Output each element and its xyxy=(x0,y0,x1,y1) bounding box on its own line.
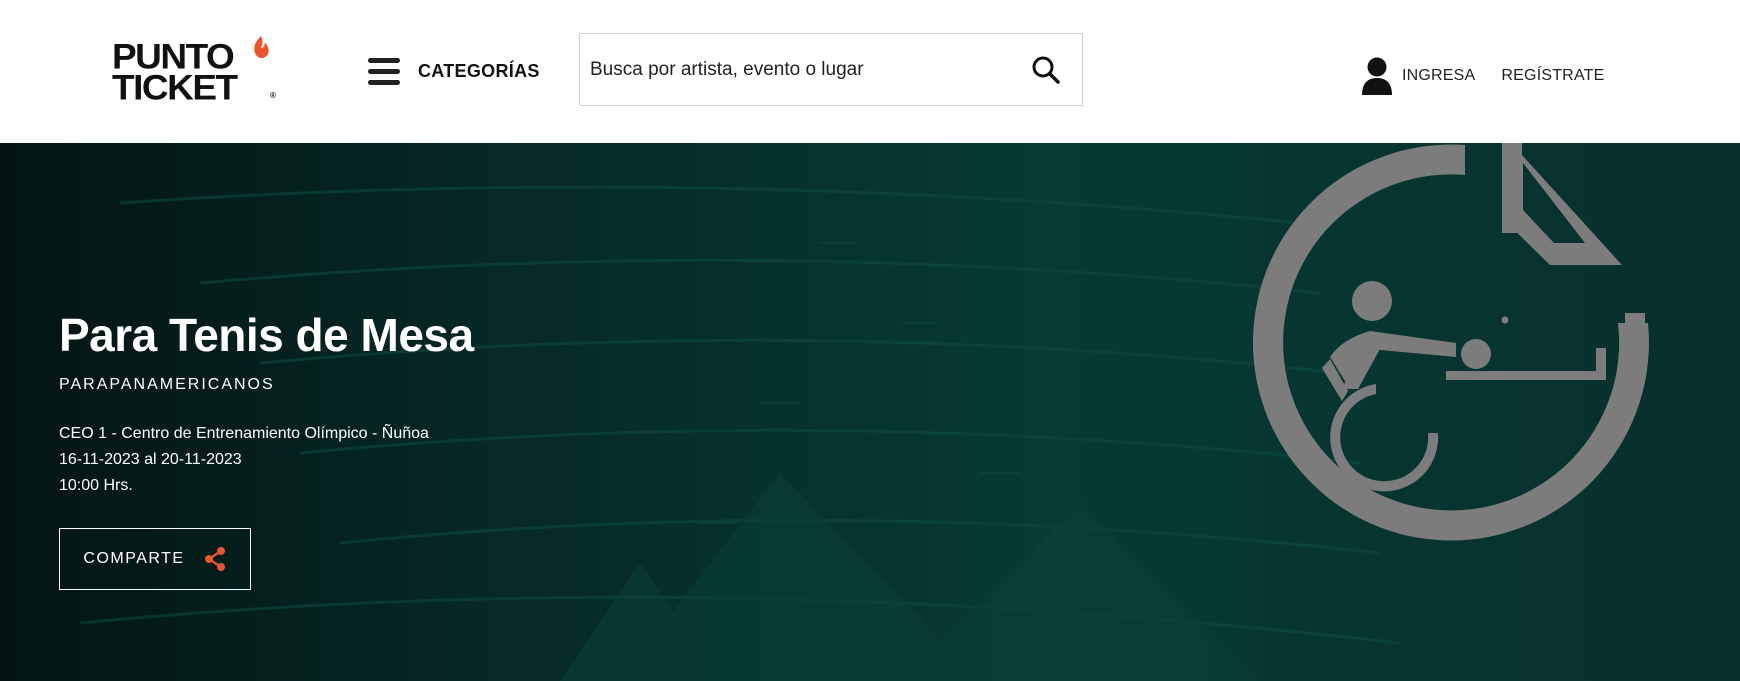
punto-ticket-logo[interactable]: PUNTO TICKET ® xyxy=(112,36,276,107)
event-time: 10:00 Hrs. xyxy=(59,477,133,494)
search-box xyxy=(579,33,1083,106)
register-link[interactable]: REGÍSTRATE xyxy=(1501,67,1604,85)
user-area: INGRESA REGÍSTRATE xyxy=(1360,56,1604,96)
site-header: PUNTO TICKET ® CATEGORÍAS INGRESA REGÍST… xyxy=(0,0,1740,143)
event-venue: CEO 1 - Centro de Entrenamiento Olímpico… xyxy=(59,425,429,442)
event-hero-banner: Para Tenis de Mesa PARAPANAMERICANOS CEO… xyxy=(0,143,1740,681)
logo-registered-mark: ® xyxy=(270,91,276,100)
user-icon xyxy=(1362,57,1392,95)
hamburger-icon xyxy=(368,57,400,85)
login-label: INGRESA xyxy=(1402,67,1476,84)
share-label: COMPARTE xyxy=(83,550,185,567)
login-link[interactable]: INGRESA xyxy=(1360,56,1475,96)
search-icon[interactable] xyxy=(1030,54,1062,86)
event-dates: 16-11-2023 al 20-11-2023 xyxy=(59,451,242,468)
para-table-tennis-emblem xyxy=(1252,143,1649,541)
logo-flame-icon xyxy=(254,36,269,59)
share-icon xyxy=(204,547,225,571)
logo-line-2: TICKET xyxy=(112,68,238,107)
categories-label: CATEGORÍAS xyxy=(418,60,540,81)
categories-menu-button[interactable]: CATEGORÍAS xyxy=(368,56,540,86)
event-subtitle: PARAPANAMERICANOS xyxy=(59,376,275,393)
search-input[interactable] xyxy=(590,34,1010,105)
share-button[interactable]: COMPARTE xyxy=(59,528,251,590)
event-title: Para Tenis de Mesa xyxy=(59,309,474,361)
